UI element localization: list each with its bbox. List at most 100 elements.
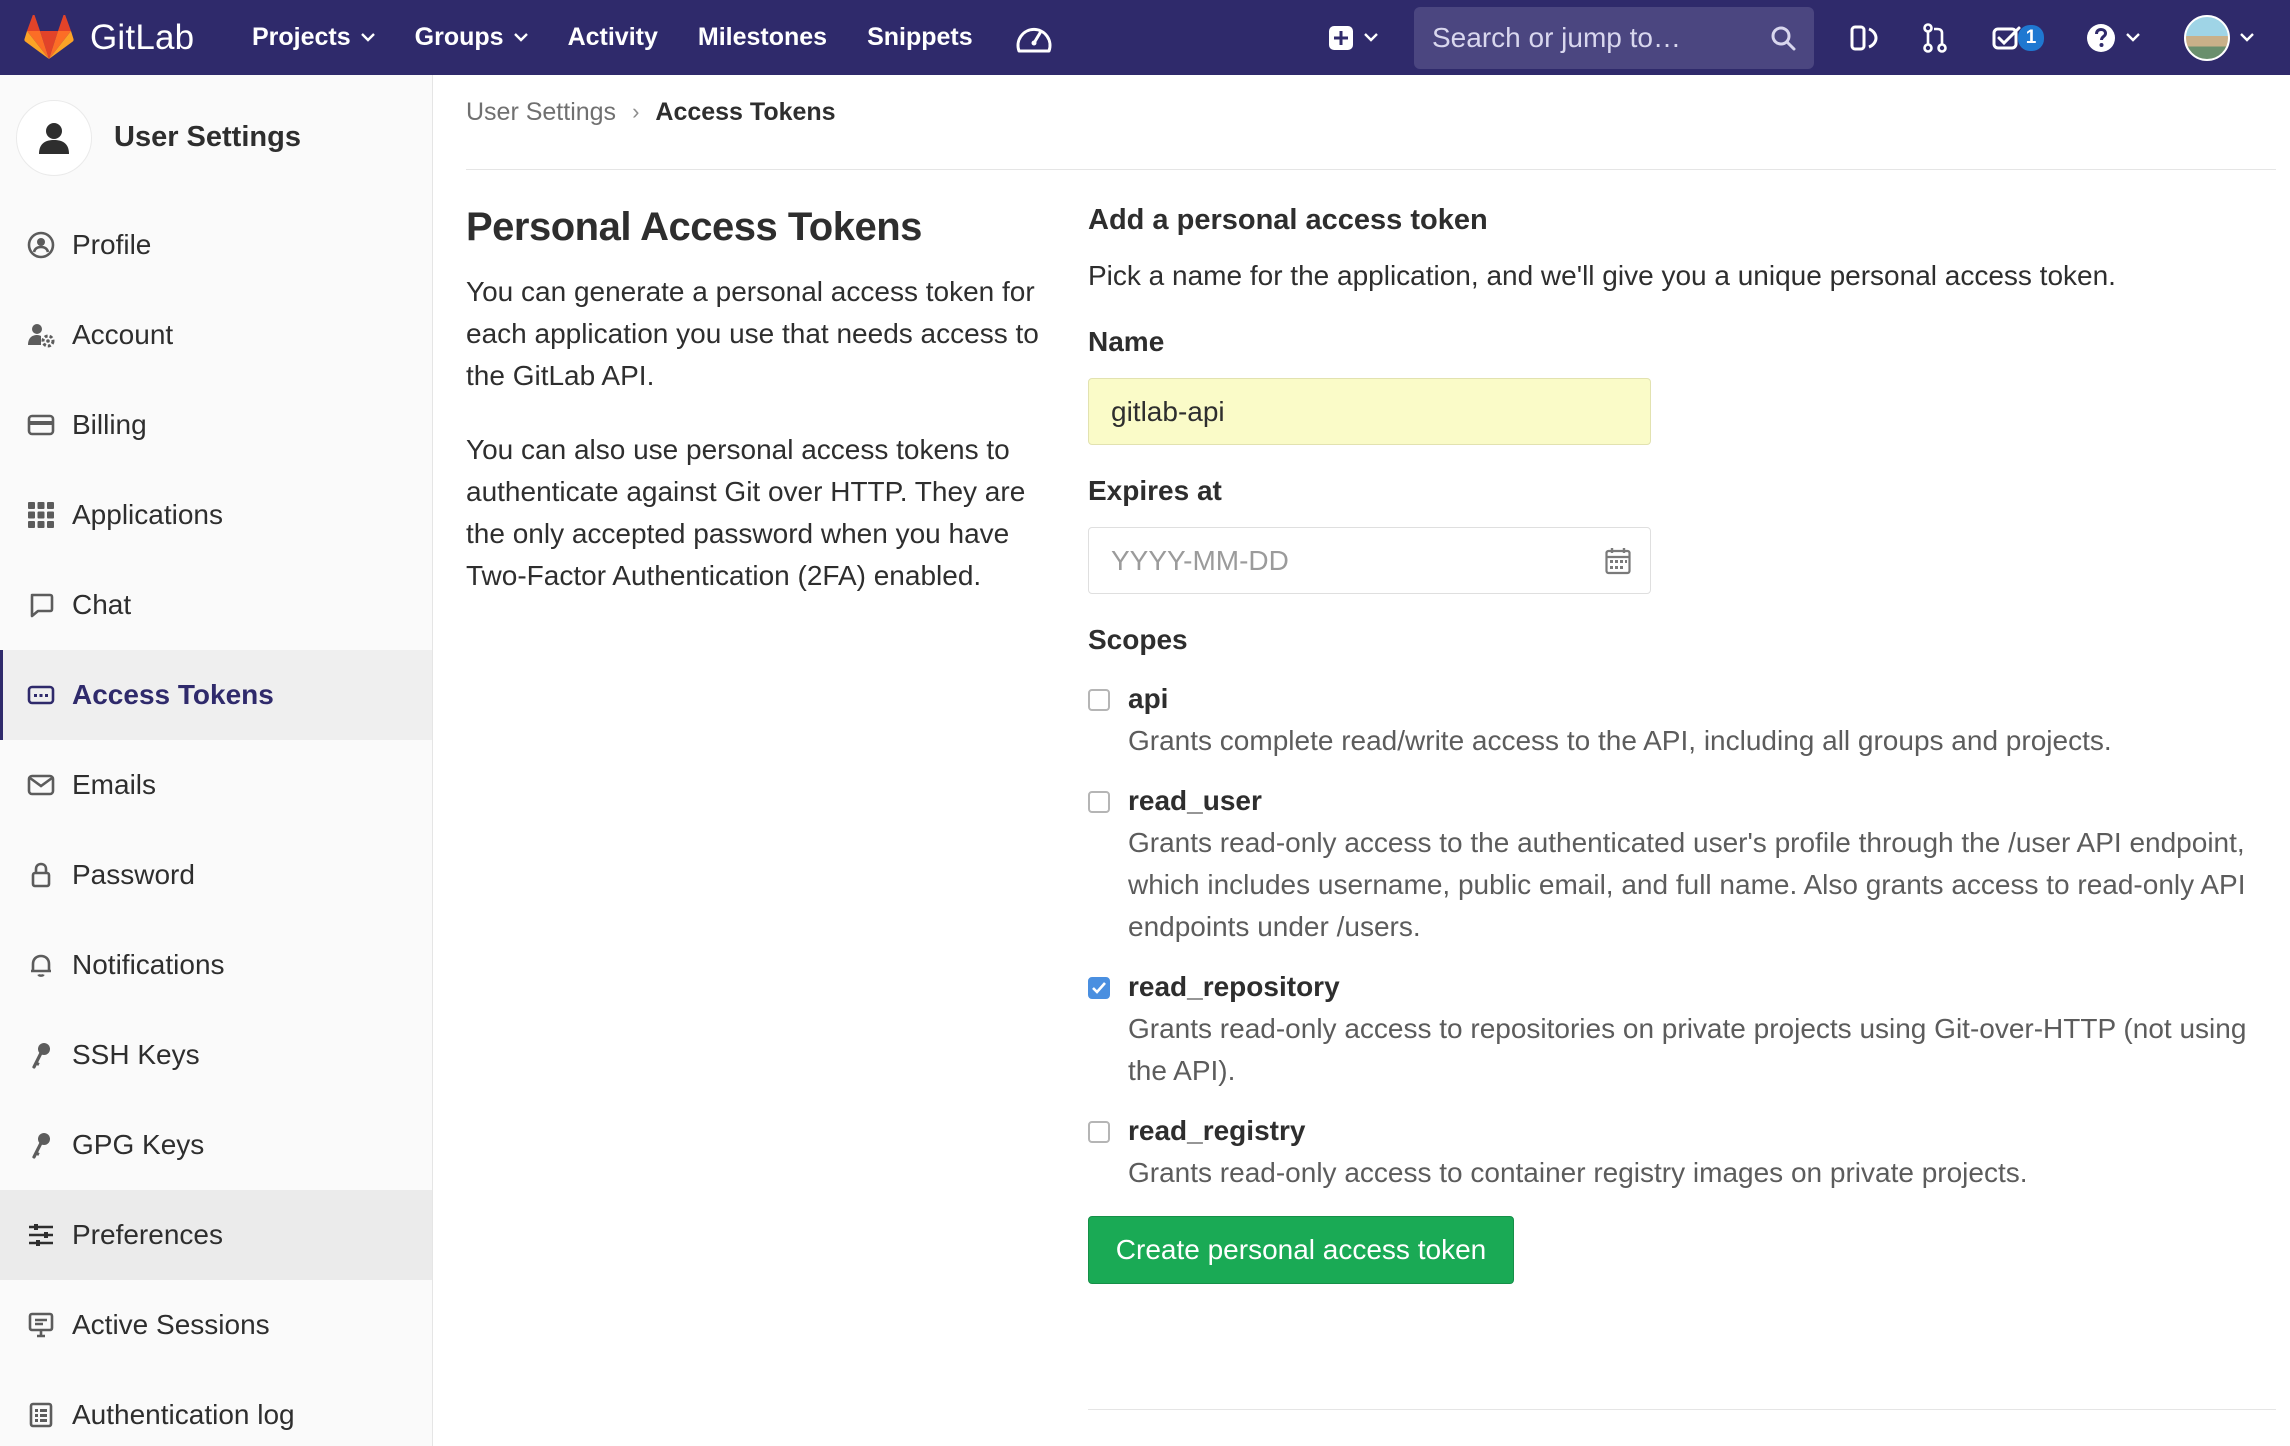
scope-description: Grants read-only access to container reg… <box>1128 1157 2028 1188</box>
help-dropdown[interactable] <box>2086 23 2140 53</box>
sidebar-header[interactable]: User Settings <box>0 75 432 200</box>
intro-section: Personal Access Tokens You can generate … <box>466 203 1046 597</box>
search-box[interactable] <box>1414 6 1814 69</box>
todo-count-badge: 1 <box>2018 24 2044 51</box>
sidebar-item-label: Active Sessions <box>72 1309 270 1340</box>
issues-icon[interactable] <box>1850 24 1878 52</box>
sidebar-item-chat[interactable]: Chat <box>0 560 432 650</box>
gitlab-home-link[interactable]: GitLab <box>0 0 232 75</box>
scope-text: read_registry Grants read-only access to… <box>1128 1110 2028 1194</box>
scope-api-checkbox[interactable] <box>1088 689 1110 711</box>
envelope-icon <box>26 770 56 800</box>
brand-name: GitLab <box>90 17 195 57</box>
account-gear-icon <box>26 320 56 350</box>
sidebar-item-label: GPG Keys <box>72 1129 205 1160</box>
gauge-icon[interactable] <box>1015 21 1053 55</box>
new-dropdown-button[interactable] <box>1328 25 1378 51</box>
scopes-label: Scopes <box>1088 624 1188 655</box>
nav-groups-label: Groups <box>414 23 504 51</box>
nav-activity[interactable]: Activity <box>568 23 658 52</box>
search-input[interactable] <box>1432 21 1752 54</box>
sidebar-item-label: Emails <box>72 769 157 800</box>
expires-label: Expires at <box>1088 475 1222 506</box>
profile-icon <box>26 230 56 260</box>
calendar-icon[interactable] <box>1605 547 1631 575</box>
page-title: Personal Access Tokens <box>466 205 922 249</box>
lock-icon <box>26 860 56 890</box>
key-icon <box>26 1130 56 1160</box>
form-subheading: Pick a name for the application, and we'… <box>1088 260 2116 291</box>
gitlab-logo-icon <box>24 14 74 59</box>
help-icon <box>2087 23 2115 52</box>
scope-read-registry-checkbox[interactable] <box>1088 1121 1110 1143</box>
search-icon <box>1771 26 1796 50</box>
scope-read-user-checkbox[interactable] <box>1088 791 1110 813</box>
scope-name[interactable]: api <box>1128 678 2112 720</box>
scope-name[interactable]: read_user <box>1128 780 2278 822</box>
monitor-icon <box>26 1310 56 1340</box>
scope-api: api Grants complete read/write access to… <box>1088 678 2278 762</box>
sidebar-item-label: Account <box>72 319 174 350</box>
bell-icon <box>26 950 56 980</box>
scope-description: Grants read-only access to repositories … <box>1128 1013 2247 1086</box>
scope-read-repository-checkbox[interactable] <box>1088 977 1110 999</box>
key-icon <box>26 1040 56 1070</box>
scope-text: api Grants complete read/write access to… <box>1128 678 2112 762</box>
nav-milestones[interactable]: Milestones <box>698 23 827 52</box>
scope-name[interactable]: read_repository <box>1128 966 2278 1008</box>
token-icon <box>26 680 56 710</box>
sidebar-item-emails[interactable]: Emails <box>0 740 432 830</box>
breadcrumb-parent-link[interactable]: User Settings <box>466 98 616 127</box>
sidebar-item-ssh-keys[interactable]: SSH Keys <box>0 1010 432 1100</box>
top-navbar: GitLab Projects Groups Activity Mileston… <box>0 0 2290 75</box>
applications-grid-icon <box>26 500 56 530</box>
nav-milestones-label: Milestones <box>697 23 828 51</box>
sidebar-item-billing[interactable]: Billing <box>0 380 432 470</box>
scope-read-registry: read_registry Grants read-only access to… <box>1088 1110 2278 1194</box>
sidebar-item-label: Applications <box>72 499 223 530</box>
intro-paragraph-1: You can generate a personal access token… <box>466 276 1039 391</box>
sidebar-item-active-sessions[interactable]: Active Sessions <box>0 1280 432 1370</box>
sidebar-item-profile[interactable]: Profile <box>0 200 432 290</box>
expires-at-input[interactable] <box>1088 527 1651 594</box>
nav-projects[interactable]: Projects <box>252 23 375 52</box>
sidebar-item-gpg-keys[interactable]: GPG Keys <box>0 1100 432 1190</box>
chat-bubble-icon <box>26 590 56 620</box>
sidebar-item-label: Billing <box>72 409 147 440</box>
sidebar-item-access-tokens[interactable]: Access Tokens <box>0 650 432 740</box>
scope-read-repository: read_repository Grants read-only access … <box>1088 966 2278 1092</box>
merge-request-icon[interactable] <box>1922 22 1948 53</box>
scope-text: read_user Grants read-only access to the… <box>1128 780 2278 948</box>
sidebar-item-authentication-log[interactable]: Authentication log <box>0 1370 432 1446</box>
sidebar-title: User Settings <box>114 121 301 153</box>
plus-square-icon <box>1329 25 1353 50</box>
token-name-input[interactable] <box>1088 378 1651 445</box>
sidebar-item-password[interactable]: Password <box>0 830 432 920</box>
breadcrumb-current[interactable]: Access Tokens <box>655 98 835 127</box>
sidebar-item-label: Chat <box>72 589 132 620</box>
sidebar-item-notifications[interactable]: Notifications <box>0 920 432 1010</box>
sidebar-item-applications[interactable]: Applications <box>0 470 432 560</box>
sidebar-item-preferences[interactable]: Preferences <box>0 1190 432 1280</box>
main-nav-menu: Projects Groups Activity Milestones Snip… <box>252 0 1053 75</box>
sidebar-item-label: Preferences <box>72 1219 223 1250</box>
chevron-down-icon <box>2126 33 2140 42</box>
expires-at-field <box>1088 527 1651 594</box>
nav-activity-label: Activity <box>567 23 658 51</box>
nav-groups[interactable]: Groups <box>415 23 528 52</box>
intro-paragraph-2: You can also use personal access tokens … <box>466 434 1026 591</box>
sidebar-item-label: SSH Keys <box>72 1039 200 1070</box>
sidebar-item-label: Authentication log <box>72 1399 295 1430</box>
sliders-icon <box>26 1220 56 1250</box>
scope-name[interactable]: read_registry <box>1128 1110 2028 1152</box>
nav-snippets[interactable]: Snippets <box>867 23 973 52</box>
create-token-button[interactable]: Create personal access token <box>1088 1216 1514 1284</box>
chevron-down-icon <box>1364 33 1378 42</box>
sidebar-item-label: Notifications <box>72 949 225 980</box>
user-menu-dropdown[interactable] <box>2184 14 2254 61</box>
scope-description: Grants read-only access to the authentic… <box>1128 827 2246 942</box>
token-form: Add a personal access token Pick a name … <box>1088 200 2278 1284</box>
credit-card-icon <box>26 410 56 440</box>
sidebar-item-account[interactable]: Account <box>0 290 432 380</box>
todos-button[interactable]: 1 <box>1992 24 2044 51</box>
